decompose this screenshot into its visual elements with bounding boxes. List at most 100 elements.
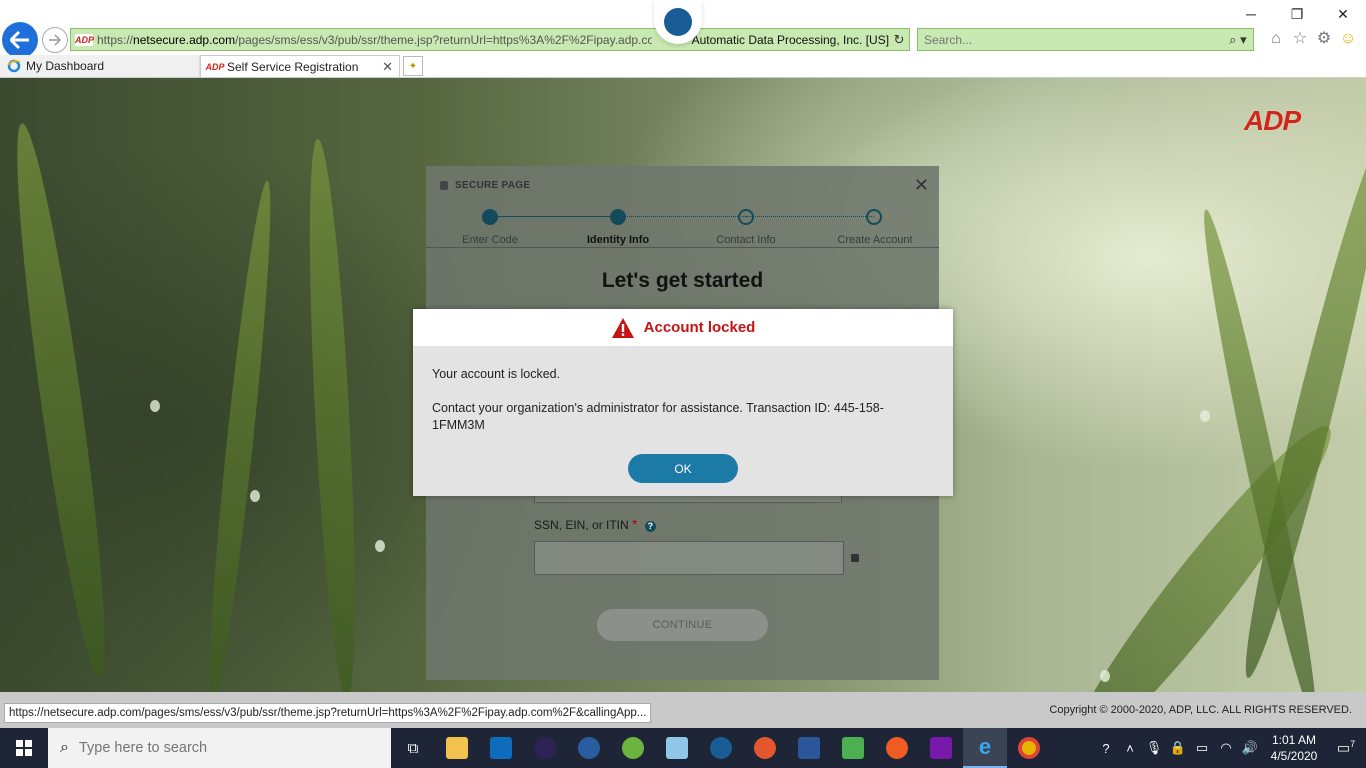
status-bar-url: https://netsecure.adp.com/pages/sms/ess/…	[4, 703, 652, 723]
notification-center-button[interactable]: ▭7	[1326, 739, 1366, 757]
volume-icon[interactable]: 🔊	[1238, 740, 1262, 756]
outlook-button[interactable]	[479, 728, 523, 768]
browser-search-box[interactable]: ⌕ ▾	[917, 28, 1254, 51]
postman-button[interactable]	[875, 728, 919, 768]
chart-icon	[842, 737, 864, 759]
network-tool-button[interactable]	[567, 728, 611, 768]
task-view-icon: ⧉	[407, 739, 419, 757]
close-window-icon[interactable]: ✕	[1320, 0, 1366, 28]
wifi-icon[interactable]: ◠	[1214, 740, 1238, 756]
chart-tool-button[interactable]	[831, 728, 875, 768]
clock-date: 4/5/2020	[1270, 749, 1318, 763]
step-dot-create-account	[866, 209, 882, 225]
restore-icon[interactable]: ❐	[1274, 0, 1320, 28]
step-dot-contact-info	[738, 209, 754, 225]
step-label-enter-code: Enter Code	[462, 234, 518, 246]
dew-drop	[250, 490, 260, 502]
tab-my-dashboard[interactable]: My Dashboard	[0, 55, 200, 77]
chrome-canary-button[interactable]	[743, 728, 787, 768]
url-prefix: https://	[97, 32, 134, 47]
postman-icon	[886, 737, 908, 759]
file-explorer-button[interactable]	[435, 728, 479, 768]
dialog-message-locked: Your account is locked.	[432, 367, 561, 381]
onenote-button[interactable]	[919, 728, 963, 768]
ssn-label-text: SSN, EIN, or ITIN	[534, 518, 629, 532]
search-icon[interactable]: ⌕ ▾	[1223, 32, 1253, 48]
windows-logo-icon	[16, 740, 32, 756]
browser-search-input[interactable]	[924, 32, 1223, 47]
step-label-contact-info: Contact Info	[716, 234, 776, 246]
internet-explorer-button[interactable]: e	[963, 728, 1007, 768]
help-icon[interactable]: ?	[644, 521, 656, 532]
microphone-icon[interactable]: 🎙	[1142, 740, 1166, 756]
tab-strip: My Dashboard ADP Self Service Registrati…	[0, 55, 426, 77]
security-icon[interactable]: 🔒	[1166, 740, 1190, 756]
forward-button[interactable]	[42, 27, 68, 53]
help-tray-icon[interactable]: ?	[1094, 741, 1118, 756]
continue-button[interactable]: CONTINUE	[597, 609, 768, 641]
favorites-star-icon[interactable]: ☆	[1290, 28, 1310, 50]
lock-icon	[851, 554, 859, 562]
arrow-left-icon	[10, 31, 29, 49]
account-locked-dialog: Account locked Your account is locked. C…	[413, 309, 953, 496]
word-button[interactable]	[787, 728, 831, 768]
dialog-body: Your account is locked. Contact your org…	[413, 346, 953, 434]
close-tab-icon[interactable]: ✕	[382, 59, 393, 75]
close-icon[interactable]: ✕	[914, 176, 929, 194]
onenote-icon	[930, 737, 952, 759]
adp-logo: ADP	[1244, 105, 1301, 136]
new-tab-button[interactable]: ✦	[403, 56, 423, 76]
tab-self-service-registration[interactable]: ADP Self Service Registration ✕	[200, 55, 400, 77]
copyright-text: Copyright © 2000-2020, ADP, LLC. ALL RIG…	[1049, 704, 1352, 716]
step-dot-enter-code	[482, 209, 498, 225]
notepad-button[interactable]	[655, 728, 699, 768]
required-marker: *	[632, 516, 638, 532]
assistant-app-button[interactable]	[699, 728, 743, 768]
gear-icon[interactable]: ⚙	[1314, 28, 1334, 50]
dialog-header: Account locked	[413, 309, 953, 346]
chevron-up-icon[interactable]: ˄	[1118, 741, 1142, 756]
secure-page-header: SECURE PAGE	[426, 166, 939, 204]
address-url[interactable]: https://netsecure.adp.com/pages/sms/ess/…	[97, 33, 652, 47]
browser-chrome: ADP https://netsecure.adp.com/pages/sms/…	[0, 0, 1366, 78]
network-icon	[578, 737, 600, 759]
dialog-message-contact: Contact your organization's administrato…	[432, 401, 884, 432]
taskbar-search-input[interactable]	[78, 740, 391, 756]
system-clock[interactable]: 1:01 AM 4/5/2020	[1262, 732, 1326, 764]
arrow-right-icon	[49, 34, 62, 46]
assistant-icon	[664, 8, 692, 36]
clock-time: 1:01 AM	[1271, 733, 1317, 747]
refresh-icon[interactable]: ↻	[889, 32, 909, 48]
taskbar-search-box[interactable]: ⌕	[48, 728, 391, 768]
grass-blade	[200, 179, 281, 692]
task-view-button[interactable]: ⧉	[391, 728, 435, 768]
secure-page-label: SECURE PAGE	[455, 179, 531, 191]
folder-icon	[446, 737, 468, 759]
step-connector	[746, 216, 874, 217]
dew-drop	[1200, 410, 1210, 422]
step-label-create-account: Create Account	[837, 234, 913, 246]
window-controls: ─ ❐ ✕	[1228, 0, 1366, 28]
eclipse-button[interactable]	[523, 728, 567, 768]
start-button[interactable]	[0, 728, 48, 768]
notification-count: 7	[1350, 739, 1356, 750]
back-button[interactable]	[2, 22, 38, 58]
url-path: /pages/sms/ess/v3/pub/ssr/theme.jsp?retu…	[235, 32, 652, 47]
step-connector	[490, 216, 618, 217]
smiley-feedback-icon[interactable]: ☺	[1338, 28, 1358, 50]
dew-drop	[150, 400, 160, 412]
windows-taskbar: ⌕ ⧉ e ? ˄ 🎙 🔒 ▭ ◠ 🔊 1:01 AM 4/5/2020 ▭7	[0, 728, 1366, 768]
ok-button[interactable]: OK	[628, 454, 738, 483]
ssn-input[interactable]	[534, 541, 844, 575]
home-icon[interactable]: ⌂	[1266, 28, 1286, 50]
word-icon	[798, 737, 820, 759]
ssn-label: SSN, EIN, or ITIN * ?	[534, 516, 656, 532]
step-label-identity-info: Identity Info	[586, 234, 650, 246]
spring-tool-button[interactable]	[611, 728, 655, 768]
address-bar[interactable]: ADP https://netsecure.adp.com/pages/sms/…	[70, 28, 910, 51]
minimize-icon[interactable]: ─	[1228, 0, 1274, 28]
tab-title: Self Service Registration	[227, 59, 359, 74]
chrome-button[interactable]	[1007, 728, 1051, 768]
battery-icon[interactable]: ▭	[1190, 740, 1214, 756]
dew-drop	[375, 540, 385, 552]
